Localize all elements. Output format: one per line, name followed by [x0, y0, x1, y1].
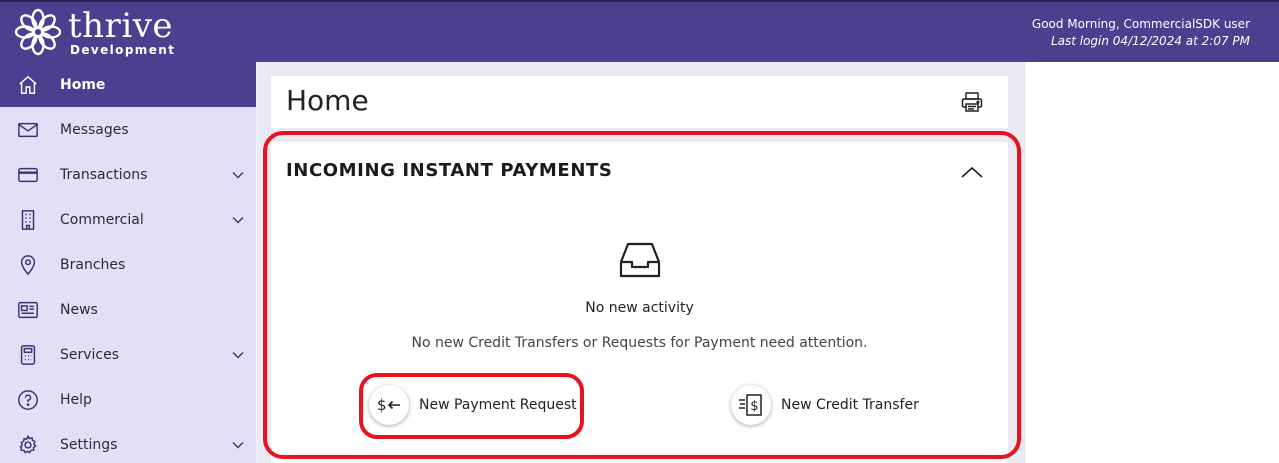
credit-card-icon — [16, 163, 40, 187]
thrive-logo[interactable]: thrive Development — [14, 8, 175, 56]
sidebar-item-label: News — [60, 301, 98, 318]
chevron-down-icon[interactable] — [231, 213, 245, 227]
sidebar-item-label: Settings — [60, 436, 118, 453]
top-header: thrive Development Good Morning, Commerc… — [0, 0, 1279, 62]
greeting-text: Good Morning, CommercialSDK user — [1031, 17, 1250, 31]
user-greeting: Good Morning, CommercialSDK user Last lo… — [1032, 16, 1250, 50]
question-circle-icon — [16, 388, 40, 412]
printer-icon[interactable] — [960, 90, 984, 114]
sidebar-item-label: Services — [60, 346, 120, 363]
action-label: New Credit Transfer — [781, 397, 919, 413]
right-panel — [1024, 62, 1279, 463]
sidebar-item-news[interactable]: News — [0, 287, 256, 332]
page-title: Home — [286, 84, 369, 117]
gear-icon — [16, 433, 40, 457]
sidebar-item-label: Transactions — [60, 166, 148, 183]
sidebar-item-messages[interactable]: Messages — [0, 107, 256, 152]
sidebar-item-label: Home — [60, 76, 106, 93]
empty-state-message: No new Credit Transfers or Requests for … — [411, 335, 868, 351]
receipt-dollar-icon: $ — [731, 385, 771, 425]
svg-text:$: $ — [377, 396, 387, 414]
sidebar-nav: Home Messages Transactions Commercial Br… — [0, 62, 256, 463]
sidebar-item-commercial[interactable]: Commercial — [0, 197, 256, 242]
envelope-icon — [16, 118, 40, 142]
sidebar-item-label: Branches — [60, 256, 126, 273]
sidebar-item-branches[interactable]: Branches — [0, 242, 256, 287]
sidebar-item-label: Commercial — [60, 211, 144, 228]
chevron-down-icon[interactable] — [231, 348, 245, 362]
brand-environment: Development — [70, 42, 176, 57]
empty-state-title: No new activity — [585, 300, 694, 316]
sidebar-item-label: Messages — [60, 121, 129, 138]
sidebar-item-home[interactable]: Home — [0, 62, 256, 107]
new-credit-transfer-button[interactable]: $ New Credit Transfer — [731, 385, 919, 425]
card-title: INCOMING INSTANT PAYMENTS — [286, 160, 613, 181]
brand-name: thrive — [68, 5, 174, 46]
inbox-tray-icon — [619, 242, 661, 278]
chevron-down-icon[interactable] — [231, 438, 245, 452]
incoming-instant-payments-card: INCOMING INSTANT PAYMENTS No new activit… — [271, 142, 1008, 463]
page-header: Home — [271, 76, 1008, 128]
svg-text:$: $ — [750, 399, 758, 414]
newspaper-icon — [16, 298, 40, 322]
sidebar-item-settings[interactable]: Settings — [0, 422, 256, 463]
building-icon — [16, 208, 40, 232]
sidebar-item-label: Help — [60, 391, 92, 408]
last-login-text: Last login 04/12/2024 at 2:07 PM — [1050, 34, 1250, 48]
home-icon — [16, 73, 40, 97]
sidebar-item-services[interactable]: Services — [0, 332, 256, 377]
calculator-icon — [16, 343, 40, 367]
sidebar-item-transactions[interactable]: Transactions — [0, 152, 256, 197]
action-label: New Payment Request — [419, 397, 577, 413]
dollar-arrow-left-icon: $ — [369, 385, 409, 425]
flower-logo-icon — [14, 8, 62, 56]
sidebar-item-help[interactable]: Help — [0, 377, 256, 422]
new-payment-request-button[interactable]: $ New Payment Request — [369, 385, 577, 425]
chevron-up-icon[interactable] — [959, 160, 985, 186]
map-pin-icon — [16, 253, 40, 277]
chevron-down-icon[interactable] — [231, 168, 245, 182]
